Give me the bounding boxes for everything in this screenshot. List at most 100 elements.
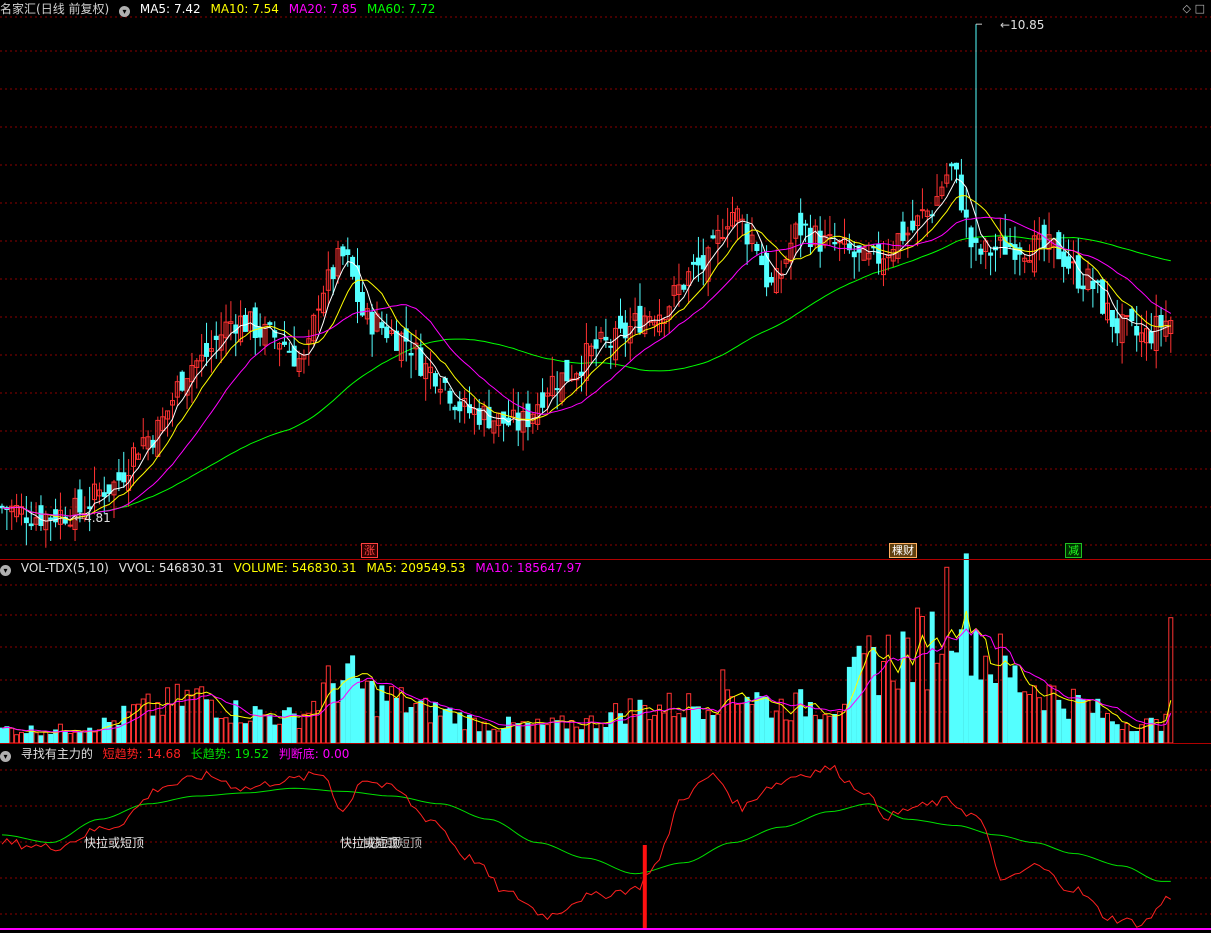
volume-bar (618, 713, 623, 744)
candle-body (988, 252, 994, 256)
candle-body (963, 209, 969, 218)
volume-bar (622, 723, 628, 744)
candle-body (267, 322, 273, 325)
volume-bar (574, 726, 580, 744)
high-price-label: ←10.85 (1000, 18, 1045, 32)
volume-bar (1031, 685, 1037, 744)
candle-body (832, 242, 838, 245)
volume-bar (301, 713, 307, 744)
volume-bar (1100, 717, 1106, 744)
ma20-label: MA20: (288, 2, 327, 16)
candle-body (1114, 318, 1120, 334)
volume-bar (1041, 710, 1047, 744)
chart-surface[interactable] (0, 0, 1211, 933)
ma60-label: MA60: (366, 2, 405, 16)
volume-bar (1085, 699, 1091, 744)
expand-icon-volume[interactable]: ▾ (0, 565, 11, 576)
volume-bar (165, 687, 171, 744)
volume-bar (306, 712, 312, 744)
short-trend-value: 14.68 (146, 747, 181, 761)
volume-bar (0, 727, 5, 744)
volume-bar (1114, 724, 1120, 744)
volume-bar (252, 706, 258, 744)
candle-body (954, 162, 959, 170)
volume-bar (540, 724, 546, 744)
volume-bar (632, 714, 638, 744)
volume-bar (43, 731, 49, 744)
event-tag-1[interactable]: 涨 (361, 543, 378, 558)
candle-body (282, 341, 287, 345)
low-price-label: ←4.81 (74, 511, 111, 525)
volume-bar (179, 705, 185, 744)
bottom-label: 判断底: (278, 747, 319, 761)
volume-bar (671, 716, 677, 744)
candle-body (1090, 280, 1096, 289)
event-tag-3[interactable]: 减 (1065, 543, 1082, 558)
indicator-header: ▾ 寻找有主力的 短趋势: 14.68 长趋势: 19.52 判断底: 0.00 (0, 746, 355, 762)
volume-bar (939, 653, 945, 744)
volume-bar (72, 731, 78, 744)
diamond-icon[interactable]: ◇ (1183, 2, 1191, 15)
candle-body (38, 505, 44, 527)
volume-bar (170, 703, 175, 744)
volume-bar (837, 711, 843, 744)
bottom-value: 0.00 (322, 747, 350, 761)
candle-body (432, 373, 438, 387)
volume-bar (92, 731, 97, 744)
volume-bar (876, 695, 882, 744)
volume-bar (700, 719, 706, 744)
candle-body (1129, 308, 1135, 322)
volume-bar (238, 722, 244, 744)
candle-body (243, 314, 248, 332)
event-tag-2[interactable]: 棵财 (889, 543, 917, 558)
volume-bar (885, 634, 891, 744)
indicator-name: 寻找有主力的 (20, 747, 93, 761)
pane-separator-2 (0, 743, 1211, 744)
volume-bar (705, 710, 711, 744)
menu-icon[interactable]: □ (1195, 2, 1205, 15)
volume-bar (320, 682, 326, 744)
bottom-signal-bar (642, 845, 647, 928)
volume-bar (1046, 684, 1052, 744)
candle-body (379, 322, 385, 329)
ma20-value: 7.85 (330, 2, 358, 16)
candle-body (540, 392, 546, 408)
volume-bar (910, 682, 916, 744)
candle-body (286, 350, 292, 353)
candle-body (754, 244, 760, 251)
volume-bar (452, 723, 458, 744)
volume-bar (647, 719, 653, 744)
candle-body (803, 223, 809, 226)
volume-bar (988, 674, 994, 744)
indicator-lines (1, 764, 1172, 928)
volume-bar (496, 730, 502, 744)
volume-bar (676, 713, 682, 744)
volume-bar (968, 675, 974, 744)
volume-bar (1129, 731, 1135, 744)
volume-bar (286, 707, 292, 744)
signal-label-1: 快拉或短顶 (84, 836, 145, 850)
volume-bar (194, 688, 200, 744)
candle-body (1109, 310, 1115, 327)
volume-bar (997, 633, 1003, 744)
volume-bar (374, 716, 380, 744)
volume-bar (564, 728, 570, 744)
volume-bar (861, 653, 867, 744)
candle-body (330, 267, 336, 280)
volume-bar (598, 723, 604, 744)
volume-bar (457, 712, 463, 744)
volume-bar (963, 553, 969, 744)
candle-body (67, 524, 73, 527)
ma60-value: 7.72 (408, 2, 436, 16)
candle-body (369, 311, 375, 335)
volume-bar (506, 716, 511, 744)
volume-bar (257, 709, 263, 744)
volume-bar (96, 729, 102, 744)
expand-icon-indicator[interactable]: ▾ (0, 751, 11, 762)
expand-icon[interactable]: ▾ (119, 6, 131, 17)
volume-bar (730, 696, 735, 744)
volume-bar (62, 731, 68, 744)
vvol-value: 546830.31 (158, 561, 224, 575)
volume-bar (247, 720, 253, 744)
vol-ma10-label: MA10: (475, 561, 514, 575)
